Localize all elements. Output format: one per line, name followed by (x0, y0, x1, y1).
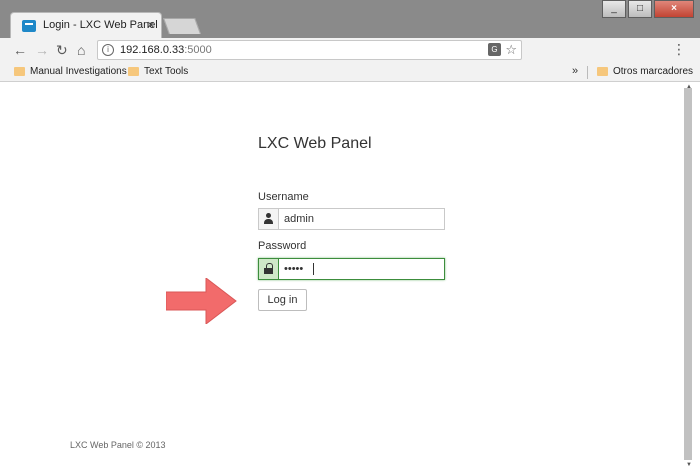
back-arrow-icon[interactable]: ← (13, 41, 27, 59)
site-favicon-icon (22, 20, 36, 32)
browser-toolbar: ← → ↻ ⌂ i 192.168.0.33:5000 G ☆ ⋮ (0, 38, 700, 62)
username-value: admin (284, 213, 314, 225)
pointer-arrow-icon (166, 278, 237, 324)
address-bar[interactable]: i 192.168.0.33:5000 G ☆ (97, 40, 522, 60)
browser-tab[interactable]: Login - LXC Web Panel × (10, 12, 162, 38)
page-title: LXC Web Panel (258, 135, 372, 152)
browser-title-bar: Login - LXC Web Panel × _ □ × (0, 0, 700, 38)
tab-title: Login - LXC Web Panel (43, 19, 158, 31)
footer-text: LXC Web Panel © 2013 (70, 440, 166, 450)
scroll-down-icon[interactable]: ▼ (686, 462, 692, 468)
bookmark-label: Text Tools (144, 66, 189, 77)
tab-close-icon[interactable]: × (147, 17, 155, 32)
bookmark-label: Manual Investigations (30, 66, 127, 77)
bookmarks-divider (587, 66, 588, 79)
login-button[interactable]: Log in (258, 289, 307, 311)
maximize-button[interactable]: □ (628, 0, 652, 18)
browser-menu-icon[interactable]: ⋮ (672, 41, 686, 58)
username-label: Username (258, 191, 309, 203)
folder-icon (597, 67, 608, 76)
bookmarks-overflow-icon[interactable]: » (572, 65, 578, 77)
forward-arrow-icon[interactable]: → (35, 41, 49, 59)
user-icon (264, 213, 273, 224)
folder-icon (128, 67, 139, 76)
window-controls: _ □ × (600, 0, 694, 18)
minimize-button[interactable]: _ (602, 0, 626, 18)
password-field[interactable]: ••••• (258, 258, 445, 280)
bookmark-star-icon[interactable]: ☆ (505, 42, 517, 58)
other-bookmarks-label: Otros marcadores (613, 66, 694, 77)
username-addon (259, 209, 279, 229)
close-window-button[interactable]: × (654, 0, 694, 18)
new-tab-button[interactable] (163, 18, 201, 34)
other-bookmarks-folder[interactable]: Otros marcadores (597, 66, 693, 77)
vertical-scrollbar[interactable] (684, 88, 692, 460)
reload-icon[interactable]: ↻ (56, 41, 68, 59)
home-icon[interactable]: ⌂ (77, 41, 85, 59)
password-addon (259, 259, 279, 279)
bookmarks-bar: Manual Investigations Text Tools » Otros… (0, 62, 700, 82)
bookmark-manual-investigations[interactable]: Manual Investigations (14, 66, 127, 77)
username-field[interactable]: admin (258, 208, 445, 230)
url-text: 192.168.0.33:5000 (120, 44, 212, 56)
password-value: ••••• (284, 263, 304, 275)
text-caret (313, 263, 314, 275)
lock-icon (264, 263, 273, 274)
translate-icon[interactable]: G (488, 43, 501, 56)
info-icon[interactable]: i (102, 44, 114, 56)
folder-icon (14, 67, 25, 76)
password-label: Password (258, 240, 307, 252)
bookmark-text-tools[interactable]: Text Tools (128, 66, 188, 77)
